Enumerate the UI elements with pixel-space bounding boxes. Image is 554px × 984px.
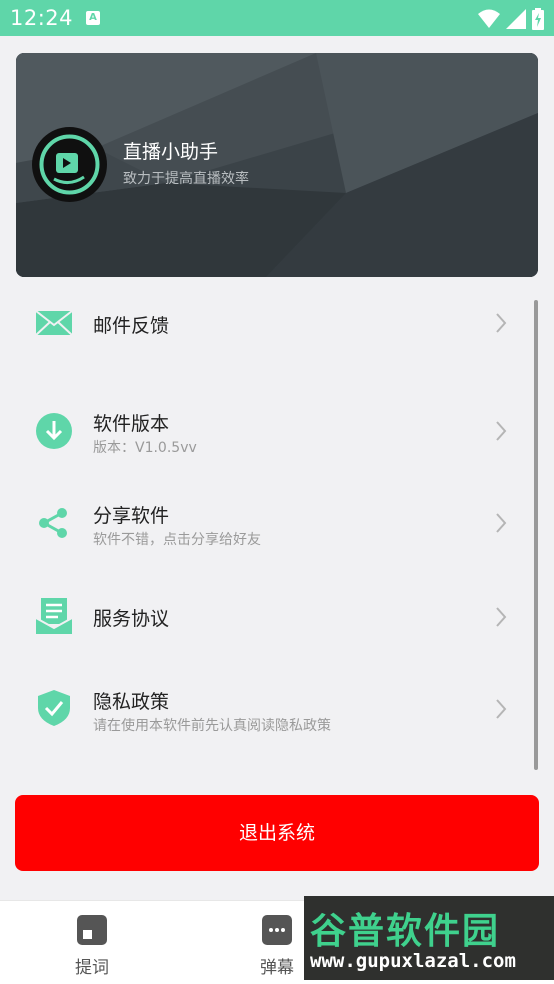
app-header-card: 直播小助手 致力于提高直播效率	[16, 53, 538, 277]
chevron-right-icon	[496, 421, 507, 441]
chevron-right-icon	[496, 699, 507, 719]
status-bar: 12:24 A	[0, 0, 554, 36]
tab-prompt[interactable]: 提词	[52, 915, 132, 978]
mail-icon	[35, 310, 73, 336]
chevron-right-icon	[496, 513, 507, 533]
menu-item-mail-feedback[interactable]: 邮件反馈	[16, 278, 538, 368]
watermark-brand: 谷普软件园	[310, 911, 501, 952]
menu-title: 隐私政策	[93, 691, 170, 713]
watermark: 谷普软件园 www.gupuxlazal.com	[304, 896, 554, 980]
menu-title: 邮件反馈	[93, 315, 170, 337]
app-logo	[32, 127, 107, 202]
download-icon	[36, 413, 72, 449]
status-icons	[478, 8, 544, 30]
tv-icon	[39, 134, 100, 195]
app-tagline: 致力于提高直播效率	[123, 171, 249, 187]
menu-subtitle: 版本：V1.0.5vv	[93, 440, 197, 456]
status-time: 12:24	[10, 6, 74, 30]
document-icon	[35, 598, 73, 634]
notification-icon: A	[86, 11, 100, 25]
menu-title: 软件版本	[93, 413, 170, 435]
menu-title: 分享软件	[93, 505, 170, 527]
menu-item-version[interactable]: 软件版本 版本：V1.0.5vv	[16, 386, 538, 476]
shield-check-icon	[38, 690, 70, 726]
menu-title: 服务协议	[93, 608, 170, 630]
share-icon	[39, 508, 67, 538]
menu-item-privacy-policy[interactable]: 隐私政策 请在使用本软件前先认真阅读隐私政策	[16, 664, 538, 754]
app-name: 直播小助手	[123, 141, 219, 163]
menu-item-share[interactable]: 分享软件 软件不错，点击分享给好友	[16, 478, 538, 568]
chevron-right-icon	[496, 313, 507, 333]
logout-button[interactable]: 退出系统	[15, 795, 539, 871]
prompt-icon	[77, 915, 107, 945]
battery-icon	[532, 8, 544, 30]
menu-subtitle: 软件不错，点击分享给好友	[93, 532, 261, 548]
watermark-url: www.gupuxlazal.com	[310, 950, 516, 972]
menu-item-service-agreement[interactable]: 服务协议	[16, 570, 538, 660]
menu-subtitle: 请在使用本软件前先认真阅读隐私政策	[93, 718, 331, 734]
signal-icon	[506, 9, 526, 29]
wifi-icon	[478, 9, 500, 28]
tab-label: 提词	[75, 958, 109, 978]
scrollbar[interactable]	[534, 300, 538, 770]
danmaku-icon	[262, 915, 292, 945]
chevron-right-icon	[496, 607, 507, 627]
